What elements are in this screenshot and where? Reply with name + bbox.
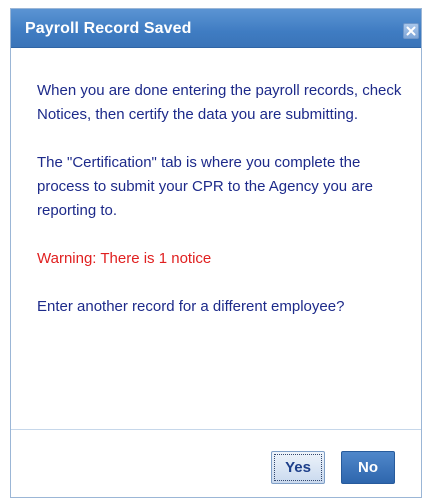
dialog-title: Payroll Record Saved	[25, 20, 192, 37]
question-text: Enter another record for a different emp…	[37, 298, 345, 315]
close-icon	[406, 26, 416, 36]
warning-text: Warning: There is 1 notice	[37, 250, 212, 267]
dialog-footer: Yes No	[11, 430, 421, 497]
instruction-paragraph: When you are done entering the payroll r…	[37, 82, 402, 123]
yes-button[interactable]: Yes	[271, 451, 325, 484]
dialog-message: When you are done entering the payroll r…	[37, 79, 412, 319]
no-button[interactable]: No	[341, 451, 395, 484]
dialog-titlebar: Payroll Record Saved	[11, 9, 421, 48]
payroll-record-saved-dialog: Payroll Record Saved When you are done e…	[10, 8, 422, 498]
close-button[interactable]	[403, 23, 419, 39]
certification-paragraph: The "Certification" tab is where you com…	[37, 154, 373, 219]
